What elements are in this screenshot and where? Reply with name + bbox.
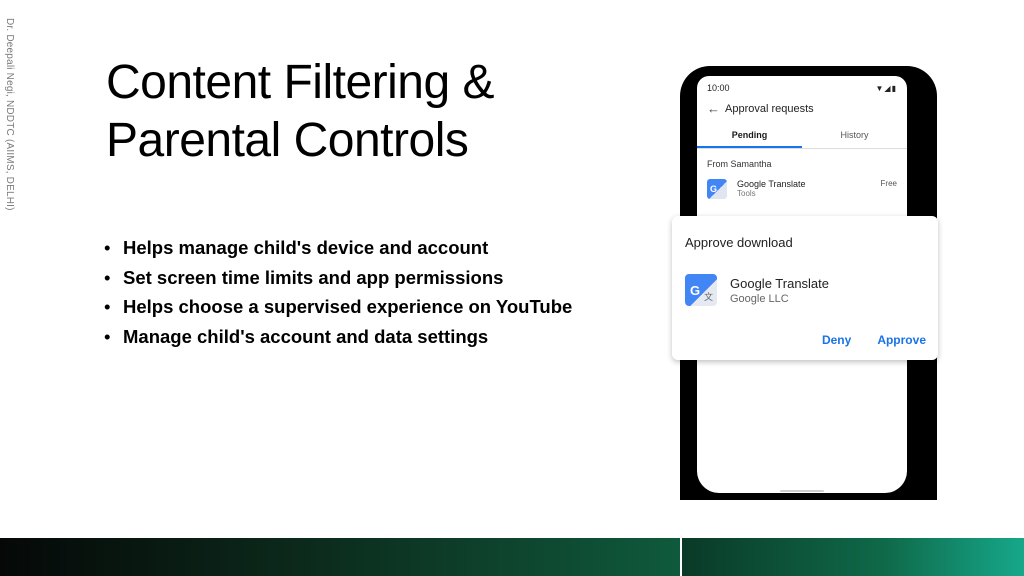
bullet-text: Manage child's account and data settings: [123, 325, 489, 347]
app-bar: ← Approval requests: [697, 93, 907, 116]
tab-pending[interactable]: Pending: [697, 130, 802, 148]
request-price: Free: [880, 179, 897, 188]
app-bar-title: Approval requests: [725, 102, 814, 115]
bullet-text: Set screen time limits and app permissio…: [123, 266, 504, 288]
tab-history[interactable]: History: [802, 130, 907, 148]
approve-download-dialog: Approve download G文 Google Translate Goo…: [672, 216, 938, 360]
bullet-item: • Helps manage child's device and account: [104, 236, 572, 266]
slide-title-line-2: Parental Controls: [106, 114, 469, 167]
dialog-app-developer: Google LLC: [730, 292, 789, 305]
signal-battery-icon: ▼◢▮: [875, 83, 897, 93]
google-translate-icon: G: [707, 179, 727, 199]
dialog-app-name: Google Translate: [730, 275, 830, 291]
bullet-text: Helps choose a supervised experience on …: [123, 296, 573, 317]
back-arrow-icon[interactable]: ←: [707, 101, 725, 116]
status-time: 10:00: [707, 83, 730, 93]
dialog-title: Approve download: [685, 235, 793, 250]
tab-bar: Pending History: [697, 130, 907, 149]
phone-screen-lower: [697, 360, 907, 493]
phone-screen: 10:00 ▼◢▮ ← Approval requests Pending Hi…: [697, 76, 907, 216]
home-indicator[interactable]: [780, 490, 824, 492]
footer-band-right: [682, 538, 1024, 576]
bullet-item: • Helps choose a supervised experience on…: [104, 295, 572, 325]
request-category: Tools: [737, 189, 756, 198]
from-label: From Samantha: [707, 159, 772, 169]
dialog-actions: Deny Approve: [822, 333, 926, 347]
request-app-name: Google Translate: [737, 179, 806, 189]
bullet-item: • Set screen time limits and app permissi…: [104, 266, 572, 296]
bullet-text: Helps manage child's device and account: [123, 237, 489, 258]
approve-button[interactable]: Approve: [877, 333, 926, 347]
bullet-item: • Manage child's account and data setting…: [104, 325, 572, 355]
deny-button[interactable]: Deny: [822, 333, 851, 347]
request-item[interactable]: G Google Translate Tools Free: [697, 169, 907, 199]
side-credit: Dr. Deepali Negi, NDDTC (AIIMS, DELHI): [4, 18, 15, 211]
dialog-app-info: G文 Google Translate Google LLC: [685, 274, 829, 306]
slide-title-line-1: Content Filtering &: [106, 56, 495, 109]
bullet-list: • Helps manage child's device and account…: [104, 236, 572, 354]
footer-band-left: [0, 538, 680, 576]
google-translate-icon: G文: [685, 274, 717, 306]
status-bar: 10:00 ▼◢▮: [697, 76, 907, 93]
slide-title: Content Filtering & Parental Controls: [106, 54, 626, 170]
